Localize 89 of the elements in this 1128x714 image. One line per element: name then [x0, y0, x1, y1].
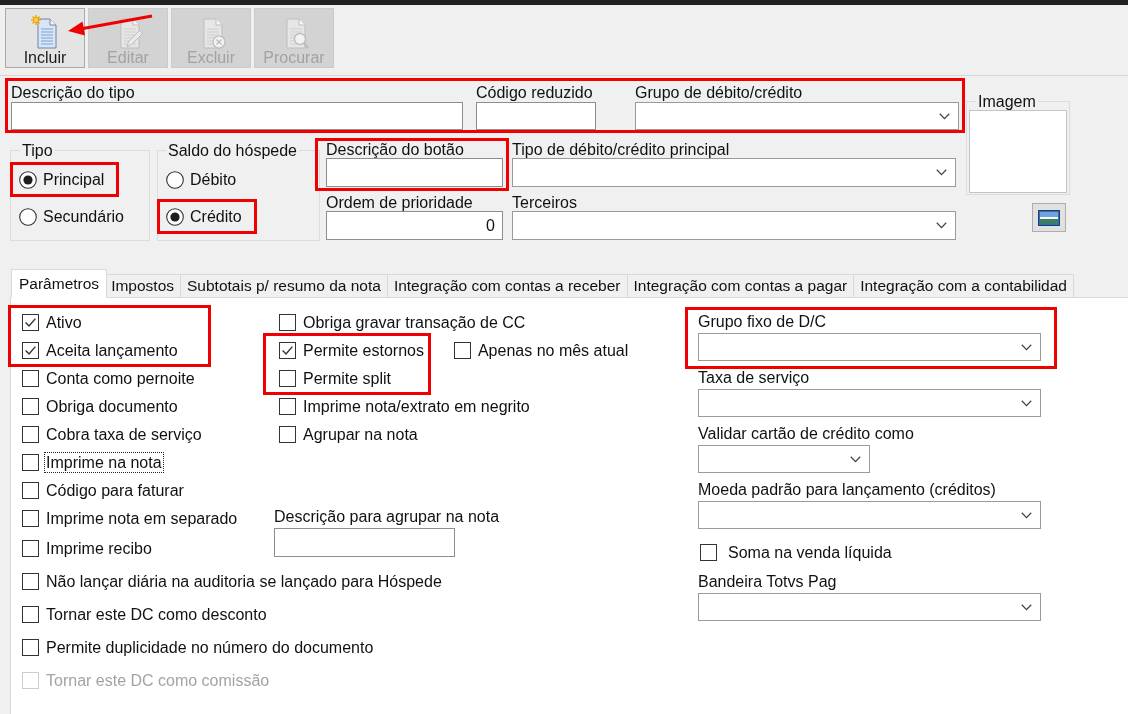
chevron-down-icon [1021, 343, 1032, 351]
radio-button[interactable] [166, 207, 184, 226]
chevron-down-icon [1021, 399, 1032, 407]
tab[interactable]: Parâmetros [11, 269, 108, 298]
chevron-down-icon [1021, 511, 1032, 519]
checkbox-label[interactable]: Apenas no mês atual [475, 339, 631, 361]
checkbox-label[interactable]: Imprime recibo [44, 538, 154, 559]
checkbox-label[interactable]: Permite duplicidade no número do documento [44, 637, 376, 658]
radio-label[interactable]: Débito [190, 170, 237, 189]
checkbox[interactable] [22, 639, 39, 656]
field-label: Ordem de prioridade [326, 195, 473, 211]
checkbox-label[interactable]: Obriga gravar transação de CC [301, 311, 528, 333]
field-label: Código reduzido [476, 84, 593, 102]
chevron-down-icon [939, 112, 950, 120]
chevron-down-icon [1021, 603, 1032, 611]
chevron-down-icon [936, 222, 947, 229]
checkbox[interactable] [453, 341, 471, 359]
field-label: Validar cartão de crédito como [698, 425, 914, 443]
checkbox-label[interactable]: Tornar este DC como desconto [44, 604, 269, 625]
radio-button[interactable] [19, 170, 37, 189]
group-label: Tipo [21, 142, 54, 159]
checkbox[interactable] [22, 425, 39, 443]
text-field[interactable] [476, 102, 596, 130]
field-label: Bandeira Totvs Pag [698, 573, 837, 591]
text-field[interactable] [326, 158, 503, 187]
checkbox[interactable] [700, 543, 717, 561]
checkbox-label[interactable]: Permite split [301, 367, 394, 389]
group-label: Imagem [977, 93, 1037, 110]
checkbox-label[interactable]: Soma na venda líquida [726, 541, 894, 563]
field-label: Descrição do tipo [11, 84, 135, 102]
checkbox-label[interactable]: Obriga documento [44, 395, 180, 417]
radio-label[interactable]: Crédito [190, 207, 242, 226]
text-field[interactable] [11, 102, 463, 130]
radio-label[interactable]: Principal [43, 170, 105, 189]
checkbox[interactable] [279, 369, 296, 387]
field-label: Grupo de débito/crédito [635, 84, 803, 102]
dropdown[interactable] [698, 333, 1041, 361]
field-label: Descrição do botão [326, 142, 464, 158]
field-label: Descrição para agrupar na nota [274, 508, 500, 526]
dropdown[interactable] [698, 445, 870, 473]
dropdown[interactable] [512, 211, 956, 240]
checkbox-label[interactable]: Não lançar diária na auditoria se lançado para Hóspede [44, 571, 444, 592]
checkbox-label[interactable]: Imprime nota em separado [44, 507, 240, 529]
dropdown[interactable] [698, 593, 1041, 621]
checkbox-label[interactable]: Permite estornos [301, 339, 426, 361]
number-field[interactable]: 0 [326, 211, 503, 240]
dropdown[interactable] [698, 501, 1041, 529]
radio-button[interactable] [166, 170, 184, 189]
checkbox[interactable] [279, 397, 296, 415]
field-label: Grupo fixo de D/C [698, 313, 827, 331]
chevron-down-icon [936, 169, 947, 176]
checkbox-label[interactable]: Ativo [44, 311, 84, 333]
checkbox[interactable] [22, 397, 39, 415]
checkbox[interactable] [22, 606, 39, 623]
dropdown[interactable] [635, 102, 959, 130]
field-label: Tipo de débito/crédito principal [512, 142, 730, 158]
checkbox-label[interactable]: Imprime na nota [44, 451, 164, 473]
field-label: Terceiros [512, 195, 577, 211]
checkbox[interactable] [22, 369, 39, 387]
radio-label[interactable]: Secundário [43, 207, 124, 226]
checkbox-label[interactable]: Conta como pernoite [44, 367, 197, 389]
checkbox-label[interactable]: Código para faturar [44, 479, 186, 501]
checkbox[interactable] [22, 453, 39, 471]
radio-button[interactable] [19, 207, 37, 226]
toolbar-button[interactable]: Incluir [5, 8, 85, 68]
checkbox-label[interactable]: Aceita lançamento [44, 339, 180, 361]
checkbox-label[interactable]: Cobra taxa de serviço [44, 423, 204, 445]
image-button[interactable] [1032, 203, 1066, 232]
checkbox-label[interactable]: Agrupar na nota [301, 423, 420, 445]
checkbox-label[interactable]: Imprime nota/extrato em negrito [301, 395, 532, 417]
checkbox[interactable] [22, 509, 39, 527]
dropdown[interactable] [698, 389, 1041, 417]
checkbox[interactable] [22, 573, 39, 590]
checkbox[interactable] [22, 540, 39, 557]
chevron-down-icon [850, 455, 861, 463]
tab[interactable]: Integração com a contabilidad [853, 274, 1074, 298]
field-label: Moeda padrão para lançamento (créditos) [698, 481, 996, 499]
checkbox[interactable] [22, 341, 39, 359]
field-label: Taxa de serviço [698, 369, 810, 387]
checkbox[interactable] [22, 481, 39, 499]
checkbox[interactable] [279, 341, 296, 359]
new-document-icon [30, 14, 60, 49]
dropdown[interactable] [512, 158, 956, 187]
checkbox[interactable] [279, 313, 296, 331]
text-field[interactable] [274, 528, 455, 557]
picture-icon [1038, 209, 1060, 226]
checkbox[interactable] [279, 425, 296, 443]
group-label: Saldo do hóspede [167, 142, 298, 159]
checkbox[interactable] [22, 313, 39, 331]
